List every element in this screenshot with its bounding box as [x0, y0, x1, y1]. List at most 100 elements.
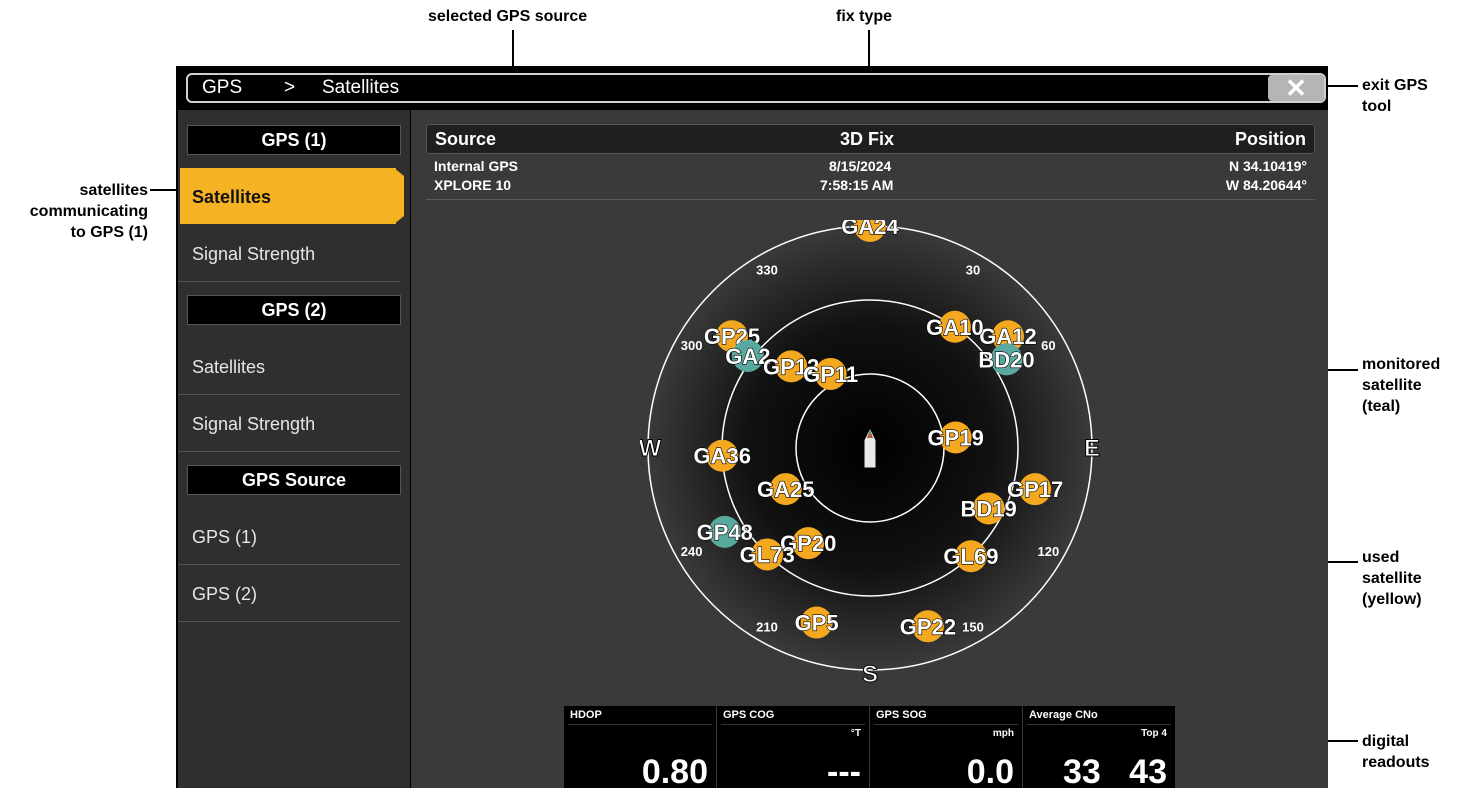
satellite-label: GL69 — [943, 544, 998, 569]
source-heading: Source — [435, 129, 497, 149]
bearing-label: 330 — [756, 263, 778, 278]
breadcrumb-current: Satellites — [322, 77, 400, 98]
readout-label: GPS COG — [723, 709, 775, 721]
readout-label: Average CNo — [1029, 709, 1098, 721]
callout-used-line2: satellite — [1362, 570, 1422, 587]
readout-unit: Top 4 — [1141, 728, 1167, 739]
readout-label: GPS SOG — [876, 709, 927, 721]
sidebar-header-gps-source: GPS Source — [187, 465, 401, 495]
readout-label: HDOP — [570, 709, 602, 721]
latitude-value: N 34.10419° — [1229, 158, 1307, 174]
cardinal-s: S — [862, 661, 878, 688]
breadcrumb-root[interactable]: GPS — [202, 77, 242, 99]
callout-monitored-line3: (teal) — [1362, 398, 1401, 415]
satellite-label: GP19 — [928, 425, 984, 450]
readout-value: 0.80 — [641, 753, 708, 791]
callout-line-satcomm — [150, 189, 178, 191]
sidebar-item-gps1-signal-strength[interactable]: Signal Strength — [178, 226, 400, 282]
satellite-gl69: GL69 — [943, 540, 999, 573]
bearing-label: 300 — [681, 338, 703, 353]
readout-value: 0.0 — [966, 753, 1014, 791]
callout-monitored-line2: satellite — [1362, 377, 1422, 394]
callout-selected-gps-source: selected GPS source — [428, 8, 588, 25]
bearing-label: 240 — [681, 544, 703, 559]
info-divider — [426, 199, 1315, 200]
readout-average-cno[interactable]: Average CNo Top 4 33 43 — [1023, 706, 1176, 791]
satellite-gp22: GP22 — [899, 610, 957, 643]
readout-value: --- — [827, 753, 861, 791]
satellite-bd20: BD20 — [978, 343, 1035, 376]
longitude-value: W 84.20644° — [1225, 177, 1307, 193]
callout-used: used satellite (yellow) — [1362, 547, 1422, 610]
satellite-label: BD19 — [961, 496, 1017, 521]
sidebar-item-gps2-satellites[interactable]: Satellites — [178, 339, 400, 395]
sidebar-item-source-gps1[interactable]: GPS (1) — [178, 509, 400, 565]
satellite-label: GP48 — [697, 520, 753, 545]
sidebar-item-gps1-satellites[interactable]: Satellites — [180, 168, 396, 224]
callout-exit: exit GPS tool — [1362, 75, 1428, 117]
close-icon: ✕ — [1285, 73, 1307, 103]
satellite-label: BD20 — [978, 347, 1034, 372]
cardinal-w: W — [640, 435, 662, 462]
satellite-label: GA25 — [757, 477, 814, 502]
readout-gps-cog[interactable]: GPS COG °T --- — [717, 706, 870, 791]
callout-fix-type: fix type — [836, 8, 893, 25]
satellite-label: GA24 — [841, 220, 899, 239]
satellite-gl73: GL73 — [739, 538, 795, 571]
position-heading: Position — [1235, 129, 1306, 149]
bearing-label: 120 — [1038, 544, 1060, 559]
satellite-ga36: GA36 — [693, 439, 752, 472]
selected-tab-notch — [394, 168, 404, 224]
bearing-label: 30 — [966, 263, 980, 278]
satellite-gp5: GP5 — [794, 606, 839, 639]
sidebar-item-source-gps2[interactable]: GPS (2) — [178, 566, 400, 622]
title-bar: GPS > Satellites — [186, 73, 1326, 103]
info-bar: Source 3D Fix Position — [426, 124, 1315, 154]
callout-exit-line1: exit GPS — [1362, 77, 1428, 94]
readout-hdop[interactable]: HDOP 0.80 — [564, 706, 717, 791]
cardinal-e: E — [1084, 435, 1100, 462]
callout-used-line1: used — [1362, 549, 1400, 566]
bearing-label: 210 — [756, 619, 778, 634]
source-device: XPLORE 10 — [434, 177, 512, 193]
time-value: 7:58:15 AM — [820, 177, 894, 193]
close-button[interactable]: ✕ — [1268, 75, 1324, 101]
satellite-ga10: GA10 — [926, 310, 984, 343]
fix-type: 3D Fix — [840, 129, 895, 149]
satellite-label: GP11 — [803, 362, 858, 387]
satellite-label: GL73 — [740, 542, 795, 567]
callout-exit-line2: tool — [1362, 98, 1392, 115]
sidebar-item-gps2-signal-strength[interactable]: Signal Strength — [178, 396, 400, 452]
callout-readouts-line1: digital — [1362, 733, 1410, 750]
bearing-label: 60 — [1041, 338, 1055, 353]
breadcrumb-separator: > — [284, 77, 296, 98]
callout-readouts: digital readouts — [1362, 731, 1430, 773]
satellite-label: GP22 — [900, 614, 956, 639]
satellite-label: GP5 — [795, 611, 839, 636]
callout-monitored-line1: monitored — [1362, 356, 1441, 373]
sidebar-header-gps1: GPS (1) — [187, 125, 401, 155]
satellite-skyplot: 3060120150210240300330 W E S GA24GP25GA2… — [640, 220, 1100, 689]
satellite-gp19: GP19 — [927, 421, 984, 454]
satellite-label: GA36 — [693, 444, 750, 469]
source-name: Internal GPS — [434, 158, 519, 174]
readout-gps-sog[interactable]: GPS SOG mph 0.0 — [870, 706, 1023, 791]
callout-line-exit — [1328, 85, 1358, 87]
bearing-label: 150 — [962, 619, 984, 634]
satellite-ga24: GA24 — [841, 220, 900, 242]
date-value: 8/15/2024 — [829, 158, 892, 174]
satellite-ga25: GA25 — [756, 473, 815, 506]
satellite-bd19: BD19 — [960, 492, 1017, 525]
callout-readouts-line2: readouts — [1362, 754, 1430, 771]
callout-sat-comm: satellites communicating to GPS (1) — [0, 180, 148, 243]
readout-unit: °T — [850, 728, 861, 739]
sidebar-header-gps2: GPS (2) — [187, 295, 401, 325]
callout-satcomm-line1: satellites — [79, 182, 148, 199]
readout-value: 33 43 — [1063, 753, 1167, 791]
satellite-label: GA10 — [926, 315, 983, 340]
callout-monitored: monitored satellite (teal) — [1362, 354, 1440, 417]
satellite-gp11: GP11 — [803, 357, 859, 390]
readout-unit: mph — [992, 728, 1014, 739]
callout-satcomm-line3: to GPS (1) — [70, 224, 148, 241]
callout-satcomm-line2: communicating — [29, 203, 148, 220]
